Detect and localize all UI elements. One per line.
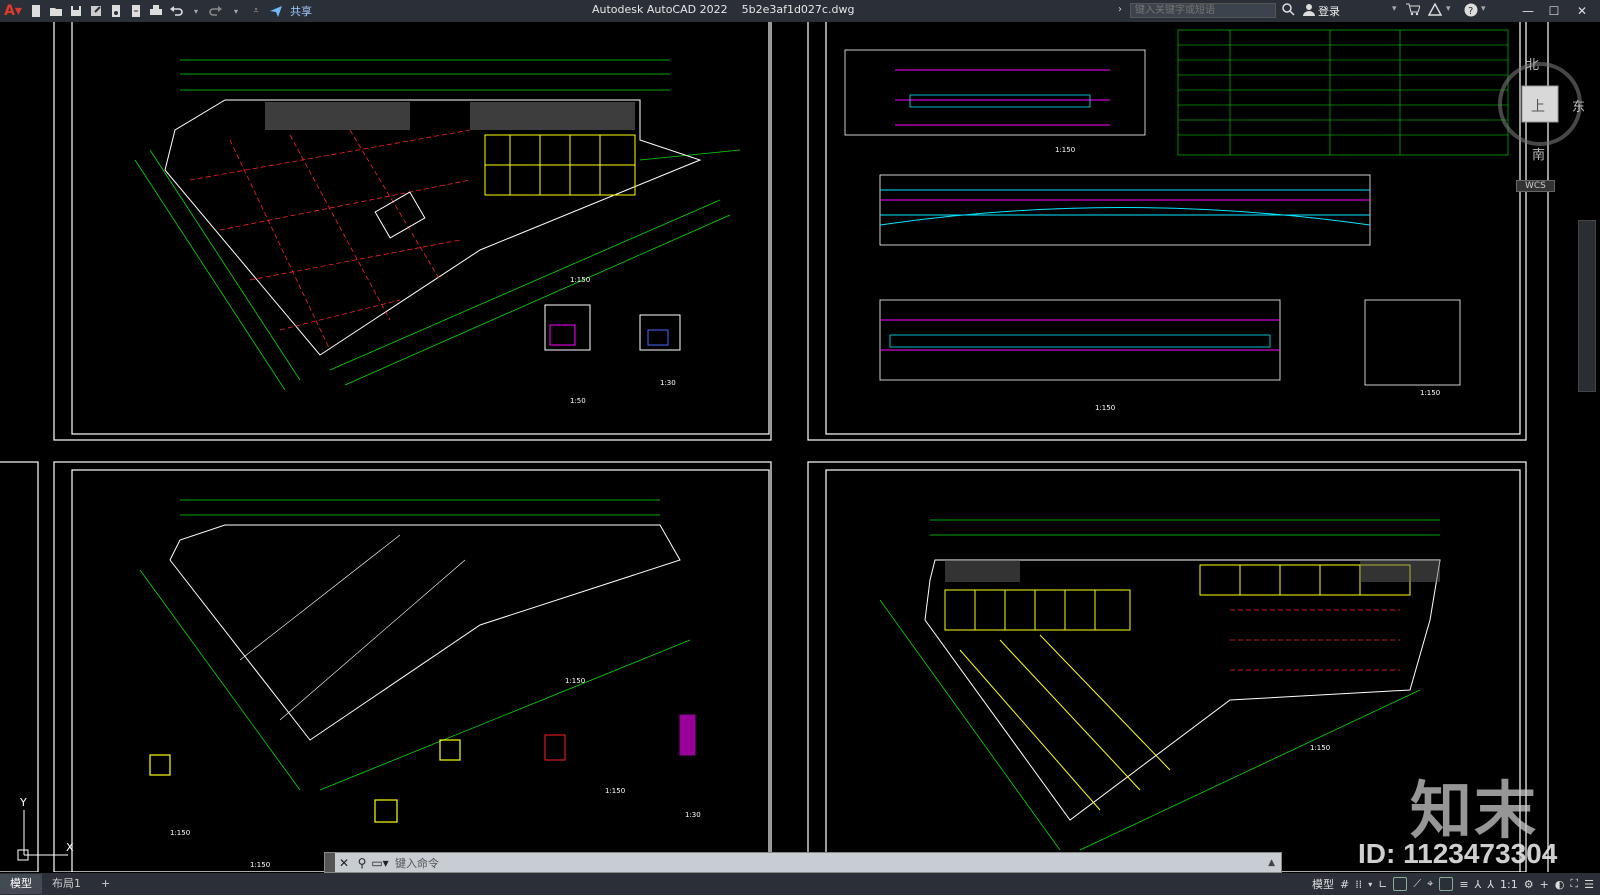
open-folder-icon[interactable] — [48, 3, 64, 19]
open-web-icon[interactable] — [108, 3, 124, 19]
scale-label-9: 1:30 — [660, 379, 676, 387]
scale-label-4: 1:150 — [1420, 389, 1440, 397]
scale-label-11: 1:150 — [170, 829, 190, 837]
viewcube[interactable]: 北 上 东 南 WCS — [1492, 52, 1588, 192]
polar-tracking-icon[interactable] — [1393, 877, 1408, 891]
maximize-button[interactable]: ☐ — [1544, 2, 1564, 20]
drawing-canvas[interactable]: 1:150 1:150 1:150 1:150 1:150 1:150 1:15… — [0, 22, 1600, 872]
share-icon[interactable] — [268, 3, 284, 19]
close-button[interactable]: ✕ — [1572, 2, 1592, 20]
plot-icon[interactable] — [148, 3, 164, 19]
object-snap-icon[interactable] — [1439, 877, 1454, 891]
fullscreen-icon[interactable]: ⛶ — [1570, 877, 1578, 891]
login-dropdown-icon[interactable]: ▾ — [1392, 4, 1397, 14]
scale-label-1: 1:150 — [570, 276, 590, 284]
wcs-menu[interactable]: WCS — [1516, 180, 1555, 192]
app-dropdown-icon[interactable]: ▾ — [1446, 4, 1451, 14]
redo-dropdown-icon[interactable]: ▾ — [228, 3, 244, 19]
user-icon[interactable] — [1303, 3, 1315, 19]
close-command-icon[interactable]: ✕ — [335, 856, 353, 870]
viewcube-north[interactable]: 北 — [1526, 54, 1539, 73]
scale-label-7: 1:150 — [1310, 744, 1330, 752]
snap-icon[interactable]: ⁞⁞ — [1355, 878, 1362, 891]
autocad-logo-icon[interactable]: A▾ — [0, 0, 26, 22]
gear-icon[interactable]: ⚙ — [1524, 878, 1534, 891]
lineweight-icon[interactable]: ≡ — [1459, 878, 1468, 891]
command-input[interactable]: 键入命令 — [395, 855, 439, 871]
ucs-x-label: X — [66, 841, 74, 854]
elevation-drawings-top-right — [844, 29, 1509, 386]
svg-text:?: ? — [1468, 6, 1473, 17]
annotation-autoscale-icon[interactable]: ⅄ — [1487, 878, 1494, 891]
tab-layout1[interactable]: 布局1 — [42, 874, 91, 894]
ucs-icon — [17, 810, 68, 861]
command-line-grip[interactable] — [325, 853, 335, 872]
autodesk-app-icon[interactable] — [1427, 2, 1443, 19]
ucs-y-label: Y — [19, 796, 27, 809]
scale-label-10: 1:30 — [685, 811, 701, 819]
recent-commands-icon[interactable]: ▭▾ — [371, 856, 389, 870]
object-snap-tracking-icon[interactable]: ⌖ — [1427, 877, 1433, 891]
grid-icon[interactable]: # — [1340, 878, 1349, 891]
command-history-icon[interactable]: ▲ — [1268, 858, 1275, 868]
plan-drawing-bottom-left — [139, 499, 696, 823]
model-space-button[interactable]: 模型 — [1312, 876, 1334, 892]
viewcube-south[interactable]: 南 — [1532, 144, 1545, 163]
isodraft-icon[interactable]: ⟋ — [1413, 877, 1421, 891]
title-bar: A▾ ▾ ▾ ⩡ 共享 Autodesk AutoCAD 2022 5b2e3a… — [0, 0, 1600, 22]
scale-label-12: 1:150 — [250, 861, 270, 869]
scale-label-8: 1:50 — [570, 397, 586, 405]
scale-label-3: 1:150 — [1095, 404, 1115, 412]
share-button[interactable]: 共享 — [290, 3, 312, 19]
isolate-objects-icon[interactable]: ◐ — [1555, 878, 1565, 891]
customize-toolbar-icon[interactable]: ⩡ — [248, 3, 264, 19]
viewcube-east[interactable]: 东 — [1572, 96, 1585, 115]
status-bar: 模型 布局1 + 模型 # ⁞⁞ ▾ ∟ ⟋ ⌖ ≡ ⅄ ⅄ 1:1 ⚙ + ◐… — [0, 873, 1600, 895]
search-input[interactable] — [1130, 3, 1276, 18]
plus-icon[interactable]: + — [1540, 878, 1549, 891]
ortho-icon[interactable]: ∟ — [1378, 878, 1387, 891]
tab-model[interactable]: 模型 — [0, 874, 42, 894]
plan-drawing-top-left — [134, 59, 741, 391]
annotation-visibility-icon[interactable]: ⅄ — [1475, 878, 1482, 891]
scale-label-2: 1:150 — [1055, 146, 1075, 154]
navigation-bar[interactable] — [1578, 220, 1596, 392]
search-expand-icon[interactable]: › — [1118, 4, 1122, 15]
viewcube-top[interactable]: 上 — [1531, 96, 1545, 116]
customize-command-icon[interactable]: ⚲ — [353, 856, 371, 870]
window-title: Autodesk AutoCAD 2022 5b2e3af1d027c.dwg — [592, 3, 854, 16]
undo-dropdown-icon[interactable]: ▾ — [188, 3, 204, 19]
customization-menu-icon[interactable]: ☰ — [1584, 878, 1594, 891]
scale-label-5: 1:150 — [565, 677, 585, 685]
search-icon[interactable] — [1282, 3, 1295, 19]
login-button[interactable]: 登录 — [1318, 3, 1340, 19]
snap-dropdown-icon[interactable]: ▾ — [1368, 880, 1372, 889]
minimize-button[interactable]: — — [1518, 2, 1538, 20]
new-file-icon[interactable] — [28, 3, 44, 19]
watermark-brand: 知末 — [1410, 774, 1539, 847]
app-name: Autodesk AutoCAD 2022 — [592, 3, 728, 16]
annotation-scale[interactable]: 1:1 — [1500, 878, 1518, 891]
file-name: 5b2e3af1d027c.dwg — [741, 3, 855, 16]
plan-drawing-bottom-right — [879, 519, 1441, 851]
help-dropdown-icon[interactable]: ▾ — [1481, 4, 1486, 14]
scale-label-6: 1:150 — [605, 787, 625, 795]
undo-icon[interactable] — [168, 3, 184, 19]
cart-icon[interactable] — [1406, 3, 1421, 19]
help-icon[interactable]: ? — [1464, 3, 1478, 20]
command-line[interactable]: ✕ ⚲ ▭▾ 键入命令 ▲ — [324, 852, 1282, 873]
save-as-icon[interactable] — [88, 3, 104, 19]
watermark-id: ID: 1123473304 — [1358, 838, 1558, 869]
save-icon[interactable] — [68, 3, 84, 19]
publish-icon[interactable] — [128, 3, 144, 19]
redo-icon[interactable] — [208, 3, 224, 19]
add-layout-button[interactable]: + — [91, 874, 120, 894]
